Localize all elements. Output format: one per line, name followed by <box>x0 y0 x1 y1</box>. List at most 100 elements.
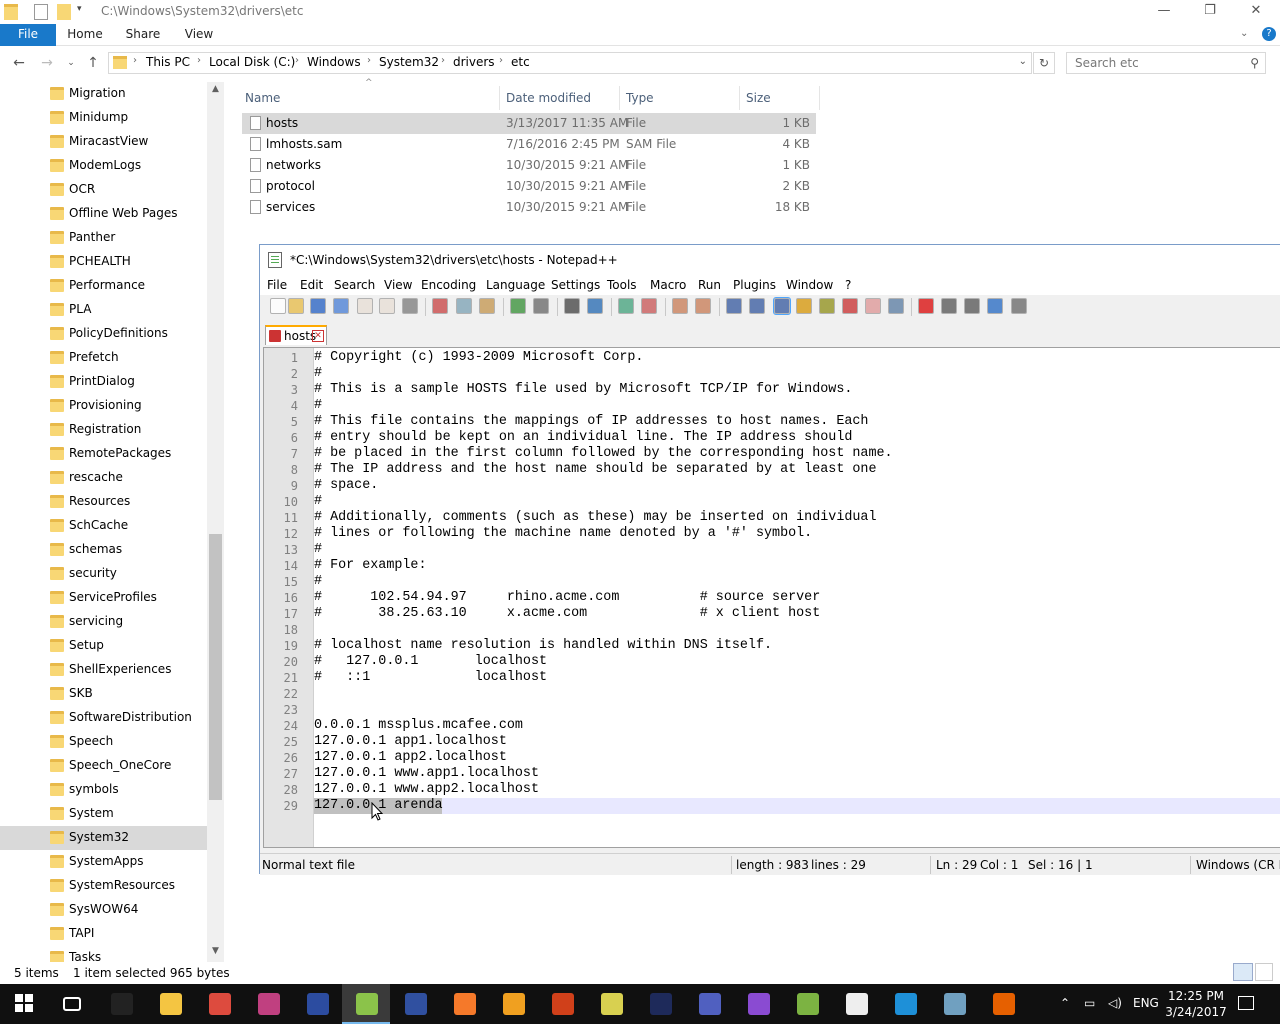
close-all-icon[interactable] <box>379 298 395 314</box>
menu-item[interactable]: Edit <box>300 278 323 292</box>
maximize-button[interactable]: ❐ <box>1187 0 1233 24</box>
code-line[interactable]: # <box>314 398 322 413</box>
nav-item[interactable]: ShellExperiences <box>0 658 207 682</box>
breadcrumb-drivers[interactable]: drivers <box>453 55 495 69</box>
large-icons-view-icon[interactable] <box>1255 963 1273 981</box>
code-line[interactable]: # <box>314 542 322 557</box>
code-line[interactable]: 127.0.0.1 app2.localhost <box>314 750 507 765</box>
breadcrumb-system32[interactable]: System32 <box>379 55 439 69</box>
column-divider[interactable] <box>499 86 500 110</box>
forward-arrow-icon[interactable]: → <box>38 54 56 72</box>
menu-item[interactable]: Settings <box>551 278 600 292</box>
zoom-in-icon[interactable] <box>618 298 634 314</box>
sync-vertical-icon[interactable] <box>672 298 688 314</box>
menu-item[interactable]: Run <box>698 278 721 292</box>
notepad-plus-plus-icon[interactable] <box>342 984 390 1024</box>
nav-item[interactable]: Minidump <box>0 106 207 130</box>
sync-icon[interactable] <box>881 984 929 1024</box>
editor-area[interactable]: 1 2 3 4 5 6 7 8 9 10 11 12 13 14 15 16 17 18 19 20 21 22 23 24 2… <box>263 347 1280 848</box>
sun-app-icon[interactable] <box>489 984 537 1024</box>
scrollbar-thumb[interactable] <box>209 534 222 800</box>
nav-item[interactable]: Offline Web Pages <box>0 202 207 226</box>
menu-item[interactable]: Macro <box>650 278 686 292</box>
new-file-icon[interactable] <box>270 298 286 314</box>
nav-item[interactable]: Prefetch <box>0 346 207 370</box>
input-language[interactable]: ENG <box>1133 996 1159 1010</box>
nav-item[interactable]: Performance <box>0 274 207 298</box>
nav-item[interactable]: servicing <box>0 610 207 634</box>
column-header-type[interactable]: Type <box>626 86 654 110</box>
nav-item[interactable]: PLA <box>0 298 207 322</box>
nav-item[interactable]: rescache <box>0 466 207 490</box>
tab-hosts[interactable]: hosts ✕ <box>265 325 327 345</box>
nav-item[interactable]: OCR <box>0 178 207 202</box>
breadcrumb-this-pc[interactable]: This PC <box>146 55 190 69</box>
action-center-icon[interactable] <box>1238 996 1254 1010</box>
code-line[interactable]: # 102.54.94.97 rhino.acme.com # source s… <box>314 590 820 605</box>
code-line[interactable]: 127.0.0.1 www.app1.localhost <box>314 766 539 781</box>
nav-item[interactable]: ModemLogs <box>0 154 207 178</box>
save-macro-icon[interactable] <box>1011 298 1027 314</box>
code-line[interactable]: # For example: <box>314 558 427 573</box>
menu-item[interactable]: Window <box>786 278 833 292</box>
nav-item[interactable]: SysWOW64 <box>0 898 207 922</box>
r-icon[interactable] <box>391 984 439 1024</box>
show-hidden-icons-icon[interactable]: ⌃ <box>1060 996 1070 1010</box>
nav-item[interactable]: Setup <box>0 634 207 658</box>
volume-icon[interactable]: ◁) <box>1108 996 1122 1010</box>
code-line[interactable]: # be placed in the first column followed… <box>314 446 893 461</box>
infinity-icon[interactable] <box>685 984 733 1024</box>
cut-icon[interactable] <box>432 298 448 314</box>
column-header-name[interactable]: Name <box>245 86 280 110</box>
code-line[interactable]: # ::1 localhost <box>314 670 547 685</box>
recent-locations-icon[interactable]: ⌄ <box>62 54 80 72</box>
expand-ribbon-icon[interactable]: ⌄ <box>1240 28 1248 39</box>
close-tab-icon[interactable]: ✕ <box>312 330 324 342</box>
run-macro-multiple-icon[interactable] <box>987 298 1003 314</box>
redo-icon[interactable] <box>533 298 549 314</box>
nav-item[interactable]: PolicyDefinitions <box>0 322 207 346</box>
back-arrow-icon[interactable]: ← <box>10 54 28 72</box>
nav-item[interactable]: SystemApps <box>0 850 207 874</box>
nav-item[interactable]: Panther <box>0 226 207 250</box>
new-folder-icon[interactable] <box>57 4 71 20</box>
nav-item[interactable]: Tasks <box>0 946 207 962</box>
tab-home[interactable]: Home <box>62 24 108 46</box>
file-row[interactable]: protocol 10/30/2015 9:21 AM File 2 KB <box>242 176 816 197</box>
nav-item[interactable]: TAPI <box>0 922 207 946</box>
code-line[interactable]: # space. <box>314 478 378 493</box>
minimize-button[interactable]: — <box>1141 0 1187 24</box>
nav-item[interactable]: MiracastView <box>0 130 207 154</box>
nav-item[interactable]: SoftwareDistribution <box>0 706 207 730</box>
nav-item[interactable]: schemas <box>0 538 207 562</box>
menu-item[interactable]: Encoding <box>421 278 476 292</box>
nav-item[interactable]: System32 <box>0 826 207 850</box>
play-macro-icon[interactable] <box>964 298 980 314</box>
code-line[interactable]: # localhost name resolution is handled w… <box>314 638 772 653</box>
print-icon[interactable] <box>402 298 418 314</box>
code-line[interactable]: # This is a sample HOSTS file used by Mi… <box>314 382 852 397</box>
doc-map-icon[interactable] <box>819 298 835 314</box>
explorer-icon[interactable] <box>146 984 194 1024</box>
help-icon[interactable]: ? <box>1262 27 1276 41</box>
copy-icon[interactable] <box>456 298 472 314</box>
game-icon[interactable] <box>538 984 586 1024</box>
search-input[interactable]: Search etc ⚲ <box>1066 52 1266 74</box>
indent-guide-icon[interactable] <box>773 297 791 315</box>
nav-item[interactable]: Registration <box>0 418 207 442</box>
tab-share[interactable]: Share <box>120 24 166 46</box>
close-button[interactable]: ✕ <box>1233 0 1279 24</box>
menu-item[interactable]: View <box>384 278 412 292</box>
save-app-icon[interactable] <box>293 984 341 1024</box>
nav-item[interactable]: Resources <box>0 490 207 514</box>
navigation-pane[interactable]: Migration Minidump MiracastView ModemLogs OC… <box>0 82 222 962</box>
photoshop-icon[interactable] <box>636 984 684 1024</box>
column-divider[interactable] <box>739 86 740 110</box>
tab-file[interactable]: File <box>0 24 56 46</box>
column-header-size[interactable]: Size <box>746 86 771 110</box>
record-macro-icon[interactable] <box>918 298 934 314</box>
zoom-out-icon[interactable] <box>641 298 657 314</box>
archive-icon[interactable] <box>930 984 978 1024</box>
code-line[interactable]: # Copyright (c) 1993-2009 Microsoft Corp… <box>314 350 643 365</box>
nav-item[interactable]: security <box>0 562 207 586</box>
